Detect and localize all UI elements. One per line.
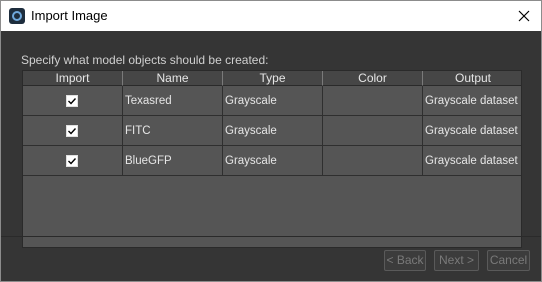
name-cell[interactable]: BlueGFP	[123, 146, 223, 176]
color-cell[interactable]	[323, 86, 423, 116]
checkmark-icon	[68, 158, 77, 165]
type-cell[interactable]: Grayscale	[223, 116, 323, 146]
app-logo-icon	[9, 8, 25, 24]
type-cell[interactable]: Grayscale	[223, 146, 323, 176]
import-image-dialog: Import Image Specify what model objects …	[0, 0, 542, 282]
dialog-content: Specify what model objects should be cre…	[1, 31, 541, 281]
import-cell[interactable]	[23, 116, 123, 146]
color-cell[interactable]	[323, 116, 423, 146]
type-cell[interactable]: Grayscale	[223, 86, 323, 116]
import-cell[interactable]	[23, 86, 123, 116]
close-button[interactable]	[507, 1, 541, 31]
column-header-name[interactable]: Name	[123, 71, 223, 86]
import-checkbox[interactable]	[66, 95, 78, 107]
back-button[interactable]: < Back	[384, 250, 426, 271]
instruction-text: Specify what model objects should be cre…	[21, 53, 269, 67]
title-bar: Import Image	[1, 1, 541, 31]
import-checkbox[interactable]	[66, 125, 78, 137]
window-title: Import Image	[31, 8, 108, 23]
model-objects-table: Import Name Type Color Output Texasred G…	[22, 70, 522, 248]
column-header-type[interactable]: Type	[223, 71, 323, 86]
import-checkbox[interactable]	[66, 155, 78, 167]
output-cell[interactable]: Grayscale dataset	[423, 116, 521, 146]
close-icon	[518, 10, 530, 22]
name-cell[interactable]: Texasred	[123, 86, 223, 116]
output-cell[interactable]: Grayscale dataset	[423, 86, 521, 116]
column-header-import[interactable]: Import	[23, 71, 123, 86]
import-cell[interactable]	[23, 146, 123, 176]
next-button[interactable]: Next >	[434, 250, 479, 271]
table-row[interactable]: FITC Grayscale Grayscale dataset	[23, 116, 521, 146]
column-header-output[interactable]: Output	[423, 71, 521, 86]
table-header: Import Name Type Color Output	[23, 71, 521, 86]
name-cell[interactable]: FITC	[123, 116, 223, 146]
checkmark-icon	[68, 98, 77, 105]
footer-separator	[1, 236, 541, 237]
color-cell[interactable]	[323, 146, 423, 176]
output-cell[interactable]: Grayscale dataset	[423, 146, 521, 176]
checkmark-icon	[68, 128, 77, 135]
column-header-color[interactable]: Color	[323, 71, 423, 86]
table-row[interactable]: BlueGFP Grayscale Grayscale dataset	[23, 146, 521, 176]
table-row[interactable]: Texasred Grayscale Grayscale dataset	[23, 86, 521, 116]
cancel-button[interactable]: Cancel	[487, 250, 530, 271]
